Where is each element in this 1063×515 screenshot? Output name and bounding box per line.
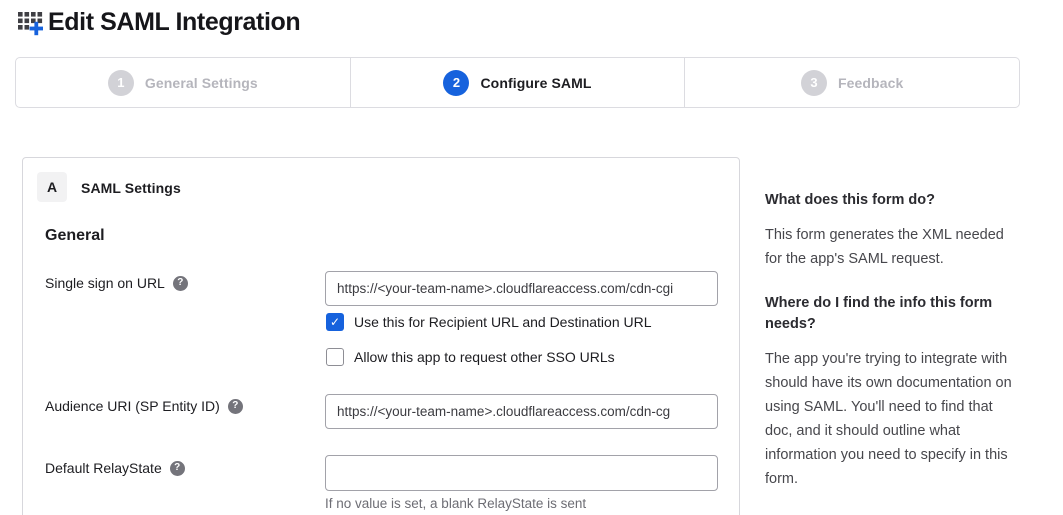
sidebar-heading: Where do I find the info this form needs…: [765, 293, 1017, 335]
sidebar-body: This form generates the XML needed for t…: [765, 223, 1017, 271]
checkbox-label: Allow this app to request other SSO URLs: [354, 349, 615, 365]
info-sidebar: What does this form do? This form genera…: [765, 190, 1017, 513]
help-icon[interactable]: ?: [173, 276, 188, 291]
sidebar-body: The app you're trying to integrate with …: [765, 347, 1017, 491]
sso-url-label-text: Single sign on URL: [45, 275, 165, 291]
checkbox-label: Use this for Recipient URL and Destinati…: [354, 314, 652, 330]
step-configure-saml[interactable]: 2 Configure SAML: [350, 58, 685, 107]
relay-state-label-text: Default RelayState: [45, 460, 162, 476]
step-number-badge: 2: [443, 70, 469, 96]
step-label: Feedback: [838, 75, 903, 91]
relay-state-helper-text: If no value is set, a blank RelayState i…: [325, 496, 586, 511]
audience-uri-label-text: Audience URI (SP Entity ID): [45, 398, 220, 414]
step-number-badge: 3: [801, 70, 827, 96]
help-icon[interactable]: ?: [170, 461, 185, 476]
app-grid-add-icon: [17, 9, 44, 36]
relay-state-input[interactable]: [325, 455, 718, 491]
section-badge: A: [37, 172, 67, 202]
general-group-heading: General: [45, 227, 105, 245]
step-label: General Settings: [145, 75, 258, 91]
page-title: Edit SAML Integration: [48, 8, 300, 37]
recipient-destination-checkbox-row[interactable]: ✓ Use this for Recipient URL and Destina…: [326, 313, 652, 331]
page-title-bar: Edit SAML Integration: [17, 8, 300, 37]
checkbox-unchecked-icon[interactable]: [326, 348, 344, 366]
help-icon[interactable]: ?: [228, 399, 243, 414]
edit-saml-integration-page: Edit SAML Integration 1 General Settings…: [0, 0, 1063, 515]
audience-uri-input[interactable]: [325, 394, 718, 429]
wizard-stepper: 1 General Settings 2 Configure SAML 3 Fe…: [15, 57, 1020, 108]
relay-state-label: Default RelayState ?: [45, 460, 185, 476]
section-title: SAML Settings: [81, 180, 181, 196]
sso-url-label: Single sign on URL ?: [45, 275, 188, 291]
saml-settings-panel: A SAML Settings General Single sign on U…: [22, 157, 740, 515]
other-sso-urls-checkbox-row[interactable]: Allow this app to request other SSO URLs: [326, 348, 615, 366]
step-label: Configure SAML: [480, 75, 591, 91]
step-general-settings[interactable]: 1 General Settings: [16, 58, 350, 107]
sso-url-input[interactable]: [325, 271, 718, 306]
audience-uri-label: Audience URI (SP Entity ID) ?: [45, 398, 243, 414]
sidebar-heading: What does this form do?: [765, 190, 1017, 211]
step-number-badge: 1: [108, 70, 134, 96]
step-feedback[interactable]: 3 Feedback: [684, 58, 1019, 107]
checkbox-checked-icon[interactable]: ✓: [326, 313, 344, 331]
